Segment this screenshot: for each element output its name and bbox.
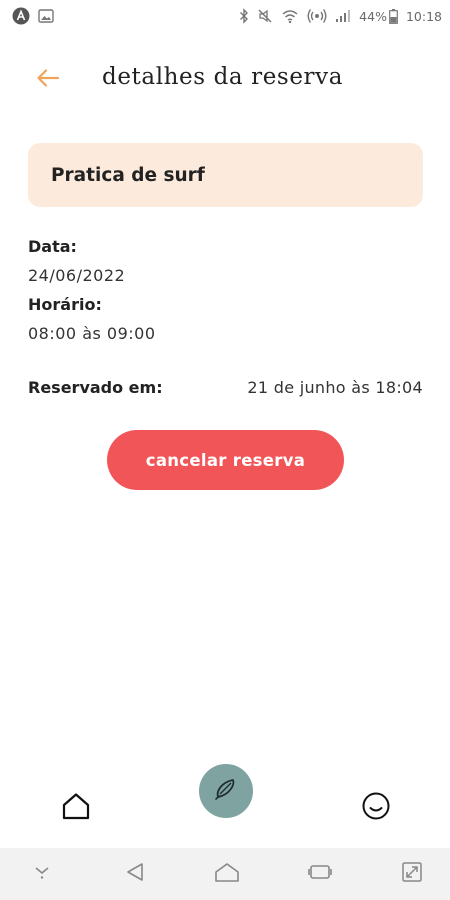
reserved-row: Reservado em: 21 de junho às 18:04 (28, 378, 423, 397)
back-triangle-icon (124, 861, 146, 887)
sys-recents-button[interactable] (304, 858, 336, 890)
app-logo-icon (12, 7, 30, 25)
signal-icon (335, 9, 351, 23)
battery-icon (389, 8, 398, 24)
hotspot-icon (307, 7, 327, 25)
sys-fullscreen-button[interactable] (396, 858, 428, 890)
system-nav-bar (0, 848, 450, 900)
sys-hide-nav-button[interactable] (26, 858, 58, 890)
activity-card: Pratica de surf (28, 143, 423, 207)
header: detalhes da reserva (0, 56, 450, 104)
sys-home-button[interactable] (211, 858, 243, 890)
arrow-left-icon (36, 68, 60, 92)
battery-group: 44% (359, 8, 398, 24)
wifi-icon (281, 8, 299, 24)
activity-name: Pratica de surf (51, 164, 205, 186)
time-label: Horário: (28, 295, 102, 314)
reserved-value: 21 de junho às 18:04 (247, 378, 423, 397)
sys-back-button[interactable] (119, 858, 151, 890)
bottom-nav (0, 760, 450, 846)
back-button[interactable] (30, 66, 66, 94)
date-label: Data: (28, 237, 77, 256)
bluetooth-icon (239, 8, 249, 24)
down-chevron-icon (32, 864, 52, 884)
nav-home-button[interactable] (58, 790, 94, 826)
page-title: detalhes da reserva (102, 64, 344, 90)
status-time: 10:18 (405, 8, 442, 24)
cancel-reservation-label: cancelar reserva (145, 450, 306, 470)
home-icon (61, 792, 91, 824)
reserved-label: Reservado em: (28, 378, 163, 397)
status-bar: 44% 10:18 (0, 0, 450, 32)
status-left (12, 7, 54, 25)
nav-profile-button[interactable] (358, 790, 394, 826)
recents-icon (307, 862, 332, 886)
home-outline-icon (214, 861, 240, 887)
nav-activities-button[interactable] (199, 764, 253, 818)
cancel-reservation-button[interactable]: cancelar reserva (107, 430, 344, 490)
fullscreen-icon (401, 861, 423, 887)
battery-percent: 44% (359, 8, 387, 24)
time-value: 08:00 às 09:00 (28, 324, 156, 343)
image-icon (38, 9, 54, 23)
status-right: 44% 10:18 (239, 7, 442, 25)
date-value: 24/06/2022 (28, 266, 126, 285)
smiley-icon (361, 791, 391, 825)
mute-icon (257, 8, 273, 24)
surfboard-icon (212, 775, 240, 807)
